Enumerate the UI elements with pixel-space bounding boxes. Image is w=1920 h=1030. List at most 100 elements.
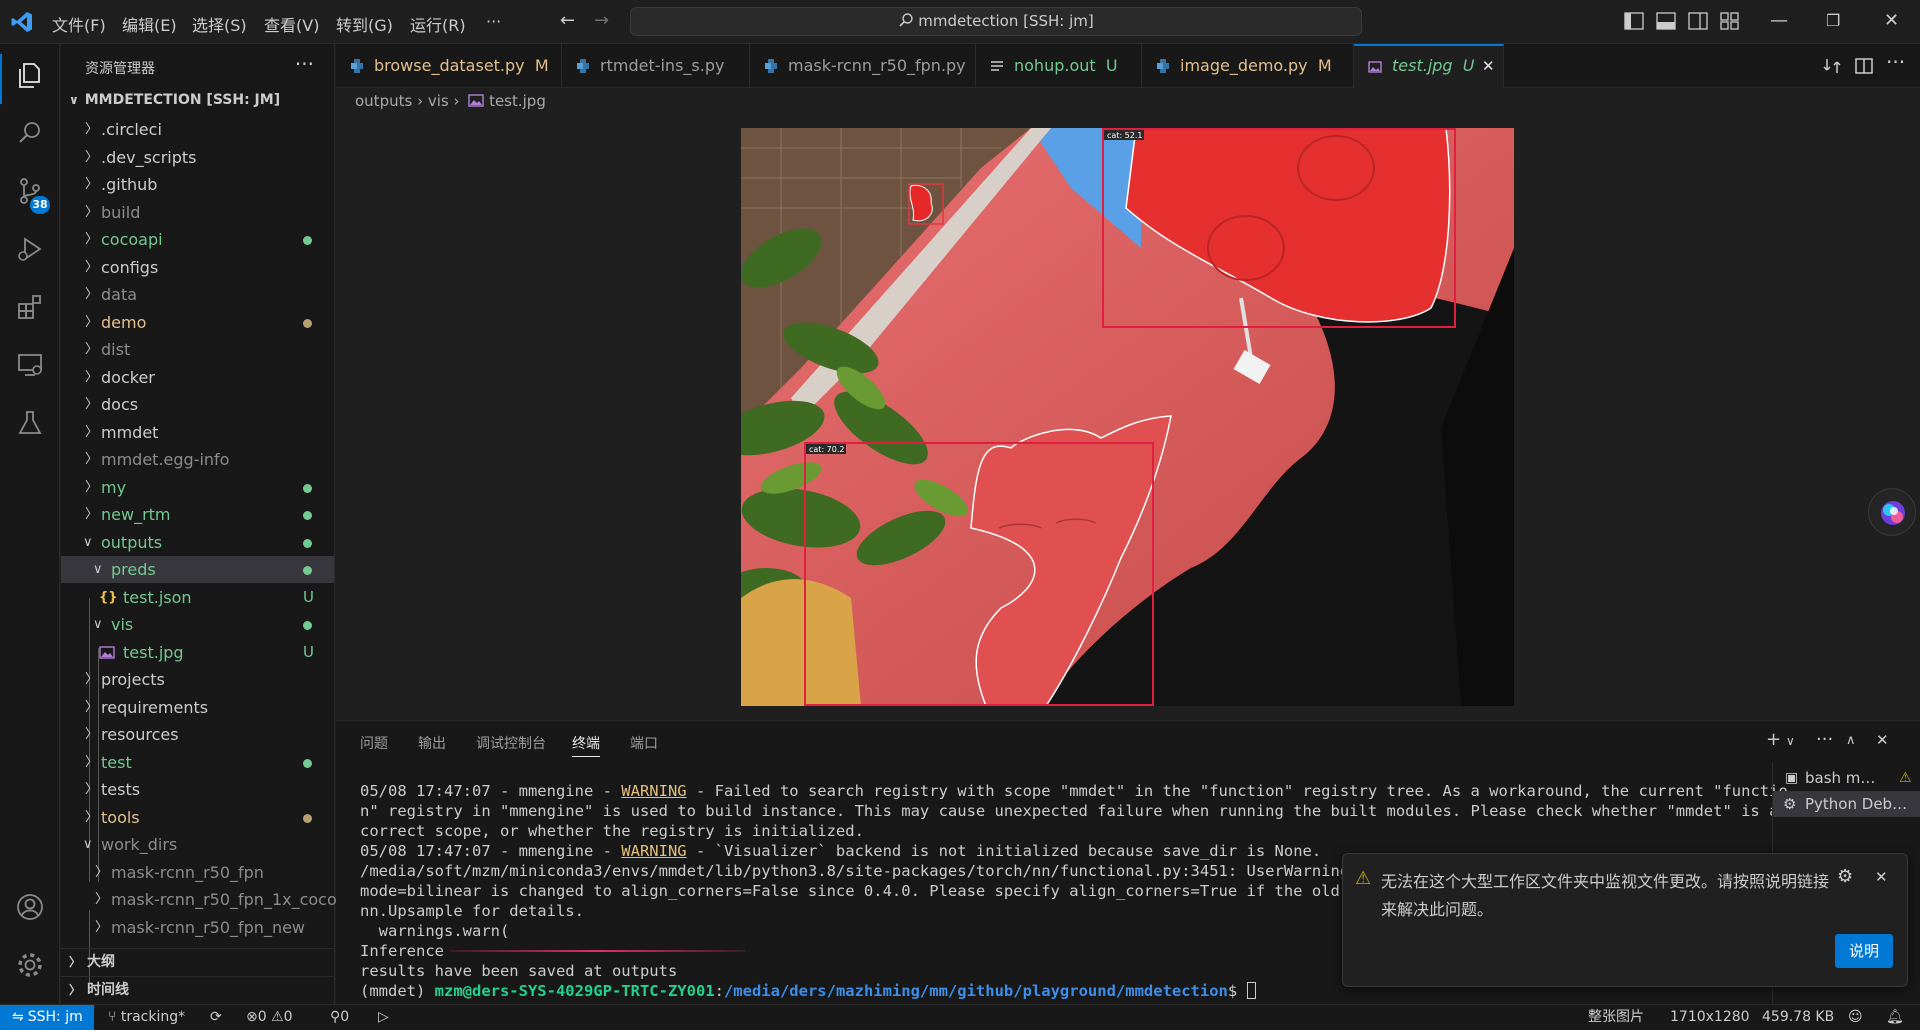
sync-icon[interactable]: ⟳ [210, 1005, 222, 1030]
tab-ports[interactable]: 端口 [630, 733, 658, 753]
image-zoom-status[interactable]: 整张图片 [1588, 1005, 1644, 1030]
account-icon[interactable] [15, 892, 45, 922]
close-panel-icon[interactable]: ✕ [1876, 731, 1889, 749]
menu-run[interactable]: 运行(R) [410, 12, 466, 36]
tab-nohup-out[interactable]: nohup.out U [976, 44, 1142, 88]
tree-item-dev-scripts[interactable]: 〉 .dev_scripts [61, 144, 334, 171]
tree-item-preds[interactable]: ∨ preds [61, 556, 334, 583]
instructions-button[interactable]: 说明 [1835, 934, 1893, 968]
panel-more-icon[interactable]: ··· [1816, 729, 1833, 750]
restore-icon[interactable]: ❐ [1826, 11, 1840, 30]
menu-more[interactable]: ··· [486, 12, 501, 31]
tree-item-mask-rcnn-r50-fpn-new[interactable]: 〉 mask-rcnn_r50_fpn_new [61, 914, 334, 941]
tab-problems[interactable]: 问题 [360, 733, 388, 753]
tab-image-demo[interactable]: image_demo.py M [1142, 44, 1354, 88]
notifications-bell-icon[interactable]: 🔔︎ [1886, 1005, 1904, 1030]
tab-test-jpg[interactable]: test.jpg U ✕ [1354, 44, 1504, 88]
tree-item-mmdet-egg-info[interactable]: 〉 mmdet.egg-info [61, 446, 334, 473]
debug-launch-icon[interactable]: ▷ [378, 1005, 389, 1030]
remote-explorer-icon[interactable] [15, 350, 45, 380]
tree-item-circleci[interactable]: 〉 .circleci [61, 116, 334, 143]
tree-item-work-dirs[interactable]: ∨ work_dirs [61, 831, 334, 858]
image-preview[interactable]: cat: 52.1 cat: 70.2 [741, 128, 1514, 706]
tree-item-label: preds [111, 560, 156, 579]
tab-terminal[interactable]: 终端 [572, 733, 600, 757]
extensions-icon[interactable] [15, 292, 45, 322]
feedback-icon[interactable]: ☺ [1848, 1005, 1863, 1030]
timeline-section[interactable]: 〉时间线 [61, 976, 334, 1003]
breadcrumb-outputs[interactable]: outputs [355, 92, 412, 110]
copilot-icon[interactable] [1868, 488, 1916, 536]
run-debug-icon[interactable] [15, 234, 45, 264]
problems-indicator[interactable]: ⊗0 ⚠0 [246, 1005, 293, 1030]
tree-item-cocoapi[interactable]: 〉 cocoapi [61, 226, 334, 253]
breadcrumb-vis[interactable]: vis [428, 92, 449, 110]
more-actions-icon[interactable]: ··· [295, 52, 314, 76]
menu-view[interactable]: 查看(V) [264, 12, 319, 36]
terminal-item-python-debug[interactable]: ⚙ Python Deb… [1773, 791, 1920, 817]
settings-gear-icon[interactable] [15, 950, 45, 980]
tree-item-build[interactable]: 〉 build [61, 199, 334, 226]
tree-item-mask-rcnn-r50-fpn[interactable]: 〉 mask-rcnn_r50_fpn [61, 859, 334, 886]
tree-item-github[interactable]: 〉 .github [61, 171, 334, 198]
tree-item-data[interactable]: 〉 data [61, 281, 334, 308]
menu-edit[interactable]: 编辑(E) [122, 12, 177, 36]
tree-item-test-json[interactable]: {} test.json U [61, 584, 334, 611]
tree-item-demo[interactable]: 〉 demo [61, 309, 334, 336]
tree-item-docs[interactable]: 〉 docs [61, 391, 334, 418]
tab-debug-console[interactable]: 调试控制台 [476, 733, 546, 753]
breadcrumb-test-jpg[interactable]: test.jpg [489, 92, 546, 110]
tree-item-projects[interactable]: 〉 projects [61, 666, 334, 693]
explorer-icon[interactable] [15, 60, 45, 90]
tree-item-mmdet[interactable]: 〉 mmdet [61, 419, 334, 446]
testing-icon[interactable] [15, 408, 45, 438]
tree-item-vis[interactable]: ∨ vis [61, 611, 334, 638]
command-center[interactable]: mmdetection [SSH: jm] [630, 7, 1362, 36]
toggle-secondary-sidebar-icon[interactable] [1688, 12, 1708, 30]
toggle-panel-icon[interactable] [1656, 12, 1676, 30]
nav-back-icon[interactable]: ← [560, 10, 575, 31]
tree-item-my[interactable]: 〉 my [61, 474, 334, 501]
ports-indicator[interactable]: ⚲0 [330, 1005, 349, 1030]
tab-browse-dataset[interactable]: browse_dataset.py M [336, 44, 562, 88]
close-tab-icon[interactable]: ✕ [1482, 44, 1495, 88]
branch-indicator[interactable]: ⑂ tracking* [108, 1005, 185, 1030]
tree-item-docker[interactable]: 〉 docker [61, 364, 334, 391]
tree-item-resources[interactable]: 〉 resources [61, 721, 334, 748]
notification-close-icon[interactable]: ✕ [1875, 868, 1888, 886]
tree-item-new-rtm[interactable]: 〉 new_rtm [61, 501, 334, 528]
split-editor-icon[interactable] [1854, 56, 1874, 76]
nav-forward-icon[interactable]: → [594, 10, 609, 31]
toggle-primary-sidebar-icon[interactable] [1624, 12, 1644, 30]
customize-layout-icon[interactable] [1720, 12, 1740, 30]
tree-item-test[interactable]: 〉 test [61, 749, 334, 776]
chevron-down-icon[interactable]: ∨ [1786, 734, 1795, 748]
editor-more-icon[interactable]: ··· [1886, 50, 1905, 74]
tree-item-requirements[interactable]: 〉 requirements [61, 694, 334, 721]
maximize-panel-icon[interactable]: ∧ [1846, 733, 1856, 748]
tree-item-tools[interactable]: 〉 tools [61, 804, 334, 831]
tab-rtmdet-ins[interactable]: rtmdet-ins_s.py [562, 44, 750, 88]
tab-mask-rcnn-fpn[interactable]: mask-rcnn_r50_fpn.py [750, 44, 976, 88]
tree-item-outputs[interactable]: ∨ outputs [61, 529, 334, 556]
search-icon[interactable] [15, 118, 45, 148]
tree-item-test-jpg[interactable]: test.jpg U [61, 639, 334, 666]
chevron-right-icon: 〉 [85, 260, 99, 275]
tab-output[interactable]: 输出 [418, 733, 446, 753]
notification-settings-gear-icon[interactable]: ⚙ [1837, 866, 1853, 887]
menu-selection[interactable]: 选择(S) [192, 12, 247, 36]
outline-section[interactable]: 〉大纲 [61, 948, 334, 975]
tree-item-configs[interactable]: 〉 configs [61, 254, 334, 281]
menu-go[interactable]: 转到(G) [336, 12, 393, 36]
open-changes-icon[interactable] [1822, 56, 1842, 76]
workspace-root[interactable]: ∨ MMDETECTION [SSH: JM] [69, 92, 280, 108]
menu-file[interactable]: 文件(F) [52, 12, 106, 36]
tree-item-tests[interactable]: 〉 tests [61, 776, 334, 803]
terminal-item-bash[interactable]: ▣ bash m… ⚠ [1773, 765, 1920, 791]
tree-item-mask-rcnn-r50-fpn-1x-coco[interactable]: 〉 mask-rcnn_r50_fpn_1x_coco [61, 886, 337, 913]
minimize-icon[interactable]: — [1770, 10, 1788, 31]
new-terminal-icon[interactable]: + [1766, 729, 1781, 750]
close-window-icon[interactable]: ✕ [1884, 10, 1899, 31]
remote-indicator[interactable]: ⇋ SSH: jm [0, 1005, 94, 1030]
tree-item-dist[interactable]: 〉 dist [61, 336, 334, 363]
